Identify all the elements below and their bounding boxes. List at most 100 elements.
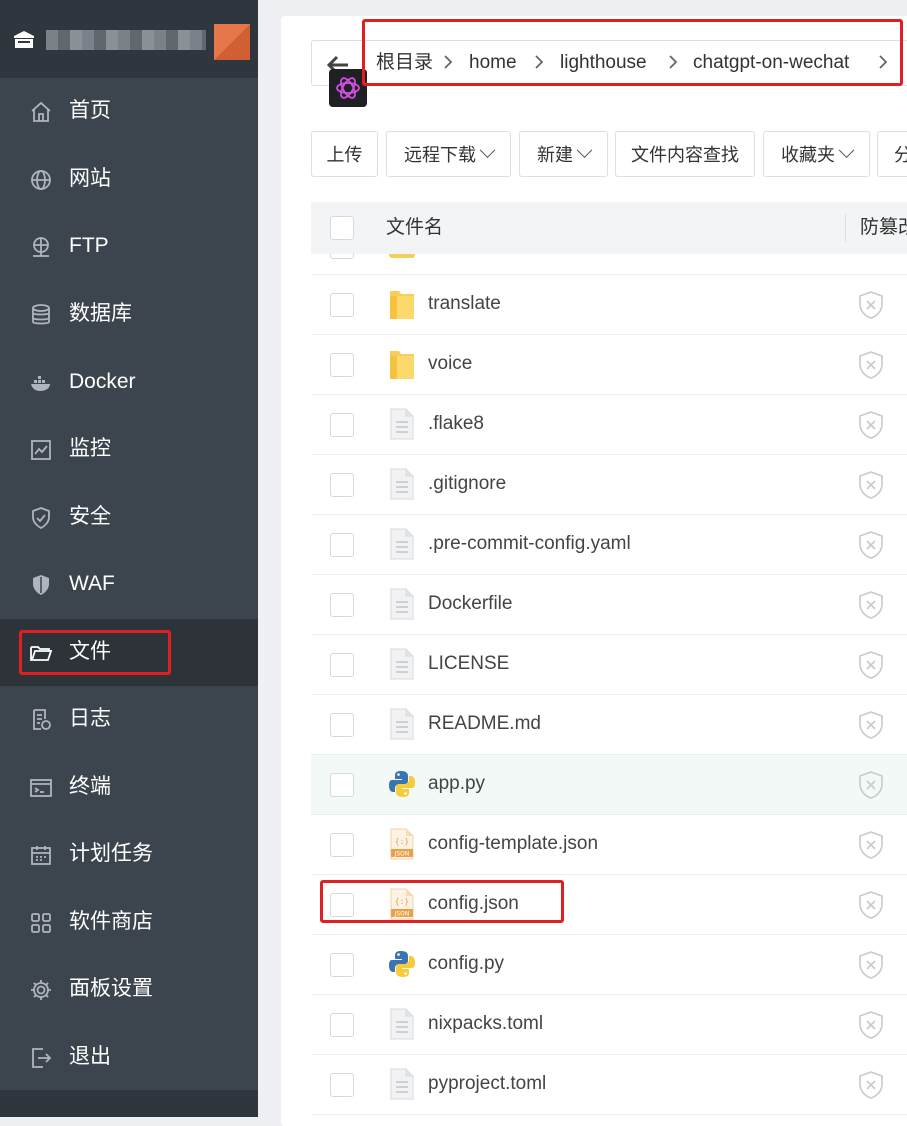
sidebar-item-terminal[interactable]: 终端 xyxy=(0,754,258,821)
sidebar-item-app-store[interactable]: 软件商店 xyxy=(0,889,258,956)
favorites-button[interactable]: 收藏夹 xyxy=(763,131,870,177)
table-row[interactable]: .flake8 xyxy=(311,395,907,455)
tamper-protect-shield-icon[interactable] xyxy=(857,350,885,380)
row-checkbox[interactable] xyxy=(330,413,354,437)
table-row[interactable]: voice xyxy=(311,335,907,395)
table-row[interactable]: app.py xyxy=(311,755,907,815)
file-name[interactable]: pyproject.toml xyxy=(428,1071,546,1097)
row-checkbox[interactable] xyxy=(330,1073,354,1097)
chevron-right-icon xyxy=(879,55,888,69)
sidebar-item-security[interactable]: 安全 xyxy=(0,484,258,551)
row-checkbox[interactable] xyxy=(330,473,354,497)
table-row[interactable]: nixpacks.toml xyxy=(311,995,907,1055)
table-row[interactable]: README.md xyxy=(311,695,907,755)
row-checkbox[interactable] xyxy=(330,254,354,259)
table-row[interactable]: .pre-commit-config.yaml xyxy=(311,515,907,575)
tamper-protect-shield-icon[interactable] xyxy=(857,770,885,800)
sidebar-item-files[interactable]: 文件 xyxy=(0,619,258,686)
file-name[interactable]: app.py xyxy=(428,771,485,797)
tamper-protect-shield-icon[interactable] xyxy=(857,410,885,440)
sidebar-item-label: 首页 xyxy=(69,99,111,122)
file-name[interactable]: Dockerfile xyxy=(428,591,512,617)
search-content-button[interactable]: 文件内容查找 xyxy=(615,131,755,177)
breadcrumb-lighthouse[interactable]: lighthouse xyxy=(560,50,647,76)
folder-file-icon xyxy=(390,351,414,379)
row-checkbox[interactable] xyxy=(330,533,354,557)
table-row[interactable]: Dockerfile xyxy=(311,575,907,635)
new-button-label: 新建 xyxy=(537,145,573,165)
tamper-protect-shield-icon[interactable] xyxy=(857,650,885,680)
file-name[interactable]: .gitignore xyxy=(428,471,506,497)
remote-download-button[interactable]: 远程下载 xyxy=(386,131,511,177)
new-button[interactable]: 新建 xyxy=(519,131,608,177)
sidebar-item-website[interactable]: 网站 xyxy=(0,146,258,213)
file-name[interactable]: translate xyxy=(428,291,501,317)
sidebar-item-logs[interactable]: 日志 xyxy=(0,686,258,753)
tamper-protect-shield-icon[interactable] xyxy=(857,590,885,620)
row-checkbox[interactable] xyxy=(330,593,354,617)
column-divider[interactable] xyxy=(845,214,846,242)
sidebar-item-ftp[interactable]: FTP xyxy=(0,213,258,280)
row-checkbox[interactable] xyxy=(330,653,354,677)
shield-icon xyxy=(32,507,50,530)
sidebar-item-label: 软件商店 xyxy=(69,910,153,933)
sidebar-item-label: 终端 xyxy=(69,775,111,798)
python-file-icon xyxy=(389,951,415,977)
tamper-protect-shield-icon[interactable] xyxy=(857,290,885,320)
chatgpt-app-icon[interactable] xyxy=(329,69,367,107)
row-checkbox[interactable] xyxy=(330,293,354,317)
row-checkbox[interactable] xyxy=(330,353,354,377)
table-row[interactable]: LICENSE xyxy=(311,635,907,695)
tamper-protect-shield-icon[interactable] xyxy=(857,710,885,740)
tamper-protect-shield-icon[interactable] xyxy=(857,1070,885,1100)
file-name[interactable]: voice xyxy=(428,351,472,377)
file-name[interactable]: config-template.json xyxy=(428,831,598,857)
row-checkbox[interactable] xyxy=(330,713,354,737)
sidebar-item-logout[interactable]: 退出 xyxy=(0,1024,258,1091)
table-row[interactable]: config.py xyxy=(311,935,907,995)
table-row[interactable]: {:} JSON config-template.json xyxy=(311,815,907,875)
select-all-checkbox[interactable] xyxy=(330,216,354,240)
table-row[interactable]: translate xyxy=(311,275,907,335)
tamper-protect-shield-icon[interactable] xyxy=(857,1010,885,1040)
sidebar-item-database[interactable]: 数据库 xyxy=(0,281,258,348)
row-checkbox[interactable] xyxy=(330,773,354,797)
file-name[interactable]: LICENSE xyxy=(428,651,509,677)
upload-button[interactable]: 上传 xyxy=(311,131,378,177)
waf-icon xyxy=(33,575,49,595)
sidebar-item-cron[interactable]: 计划任务 xyxy=(0,821,258,888)
tamper-protect-shield-icon[interactable] xyxy=(857,830,885,860)
table-row[interactable]: .gitignore xyxy=(311,455,907,515)
row-checkbox[interactable] xyxy=(330,893,354,917)
sidebar-item-home[interactable]: 首页 xyxy=(0,78,258,145)
table-row[interactable]: {:} JSON config.json xyxy=(311,875,907,935)
sidebar-item-label: 安全 xyxy=(69,505,111,528)
tamper-protect-shield-icon[interactable] xyxy=(857,530,885,560)
breadcrumb-root[interactable]: 根目录 xyxy=(376,50,433,76)
row-checkbox[interactable] xyxy=(330,1013,354,1037)
sidebar-item-docker[interactable]: Docker xyxy=(0,349,258,416)
sidebar-item-waf[interactable]: WAF xyxy=(0,551,258,618)
sidebar-item-monitor[interactable]: 监控 xyxy=(0,416,258,483)
file-name[interactable]: nixpacks.toml xyxy=(428,1011,543,1037)
tamper-protect-shield-icon[interactable] xyxy=(857,890,885,920)
svg-text:JSON: JSON xyxy=(394,851,410,858)
row-checkbox[interactable] xyxy=(330,833,354,857)
python-file-icon xyxy=(389,771,415,797)
share-button[interactable]: 分 xyxy=(877,131,907,177)
tamper-protect-shield-icon[interactable] xyxy=(857,950,885,980)
column-header-protect[interactable]: 防篡改 xyxy=(860,215,907,241)
file-name[interactable]: config.json xyxy=(428,891,519,917)
row-checkbox[interactable] xyxy=(330,953,354,977)
file-name[interactable]: README.md xyxy=(428,711,541,737)
file-name[interactable]: config.py xyxy=(428,951,504,977)
sidebar-item-panel-settings[interactable]: 面板设置 xyxy=(0,956,258,1023)
table-row[interactable]: pyproject.toml xyxy=(311,1055,907,1115)
breadcrumb-chatgpt-on-wechat[interactable]: chatgpt-on-wechat xyxy=(693,50,849,76)
column-header-filename[interactable]: 文件名 xyxy=(386,215,443,241)
tamper-protect-shield-icon[interactable] xyxy=(857,470,885,500)
file-name[interactable]: .pre-commit-config.yaml xyxy=(428,531,631,557)
breadcrumb-home[interactable]: home xyxy=(469,50,517,76)
file-name[interactable]: .flake8 xyxy=(428,411,484,437)
sidebar-item-label: 日志 xyxy=(69,707,111,730)
